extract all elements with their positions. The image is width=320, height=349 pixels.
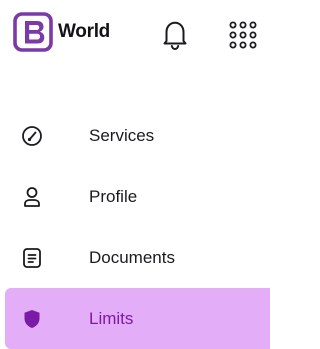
nav-item-limits[interactable]: Limits [5,288,270,349]
user-icon [24,186,40,207]
nav-item-services[interactable]: Services [0,105,270,166]
b-logo-icon [13,12,53,52]
gauge-icon [22,125,42,146]
document-icon [23,247,41,268]
nav-item-label: Documents [89,247,175,267]
shield-icon [24,309,40,328]
bell-icon[interactable] [159,17,191,51]
brand-name: World [58,21,110,42]
nav-item-label: Services [89,125,155,145]
brand-logo[interactable]: World [13,12,110,52]
apps-grid-icon[interactable] [228,20,258,50]
nav-item-profile[interactable]: Profile [0,166,270,227]
nav-item-label: Limits [89,308,134,328]
nav-item-label: Profile [89,186,138,206]
side-nav: Services Profile Documents Limits [0,105,270,349]
top-bar: World [0,0,270,70]
nav-item-documents[interactable]: Documents [0,227,270,288]
